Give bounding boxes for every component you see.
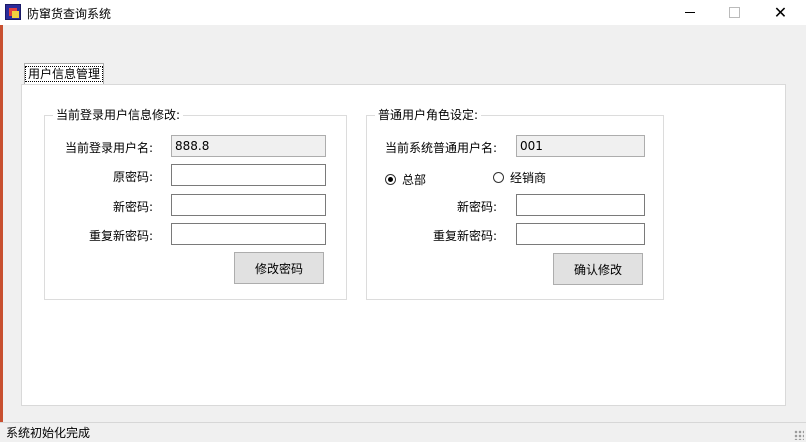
tab-panel: 当前登录用户信息修改: 当前登录用户名: 888.8 原密码: 新密码: 重复新… xyxy=(21,84,786,406)
current-username-label: 当前登录用户名: xyxy=(64,141,153,155)
window-title: 防窜货查询系统 xyxy=(27,7,112,21)
radio-label: 经销商 xyxy=(510,171,547,185)
status-text: 系统初始化完成 xyxy=(6,426,91,440)
old-password-field[interactable] xyxy=(171,164,326,186)
title-bar: 防窜货查询系统 ✕ xyxy=(0,0,806,25)
app-logo-icon xyxy=(5,4,21,20)
system-username-field[interactable]: 001 xyxy=(516,135,645,157)
tab-label: 用户信息管理 xyxy=(25,66,103,82)
old-password-label: 原密码: xyxy=(112,170,153,184)
system-username-label: 当前系统普通用户名: xyxy=(384,141,497,155)
role-new-password-field[interactable] xyxy=(516,194,645,216)
radio-label: 总部 xyxy=(402,173,427,187)
radio-dealer[interactable]: 经销商 xyxy=(493,169,546,186)
close-button[interactable]: ✕ xyxy=(758,0,803,25)
role-repeat-password-label: 重复新密码: xyxy=(432,229,497,243)
tab-user-info[interactable]: 用户信息管理 xyxy=(24,63,104,84)
change-password-button[interactable]: 修改密码 xyxy=(234,252,324,284)
status-bar: 系统初始化完成 xyxy=(0,422,806,442)
minimize-icon xyxy=(684,12,695,13)
repeat-password-label: 重复新密码: xyxy=(88,229,153,243)
role-new-password-label: 新密码: xyxy=(456,200,497,214)
radio-unchecked-icon xyxy=(493,172,504,183)
group-title: 普通用户角色设定: xyxy=(375,108,482,122)
window-edge xyxy=(0,25,3,422)
new-password-label: 新密码: xyxy=(112,200,153,214)
radio-headquarters[interactable]: 总部 xyxy=(385,171,426,188)
radio-checked-icon xyxy=(385,174,396,185)
maximize-icon xyxy=(729,7,740,18)
minimize-button[interactable] xyxy=(667,0,712,25)
maximize-button[interactable] xyxy=(712,0,757,25)
current-username-field[interactable]: 888.8 xyxy=(171,135,326,157)
group-title: 当前登录用户信息修改: xyxy=(53,108,184,122)
login-user-group: 当前登录用户信息修改: 当前登录用户名: 888.8 原密码: 新密码: 重复新… xyxy=(44,108,347,300)
close-icon: ✕ xyxy=(773,3,788,22)
new-password-field[interactable] xyxy=(171,194,326,216)
repeat-password-field[interactable] xyxy=(171,223,326,245)
role-repeat-password-field[interactable] xyxy=(516,223,645,245)
user-role-group: 普通用户角色设定: 当前系统普通用户名: 001 总部 经销商 新密码: 重复新… xyxy=(366,108,664,300)
resize-grip-icon[interactable] xyxy=(794,430,804,440)
confirm-change-button[interactable]: 确认修改 xyxy=(553,253,643,285)
